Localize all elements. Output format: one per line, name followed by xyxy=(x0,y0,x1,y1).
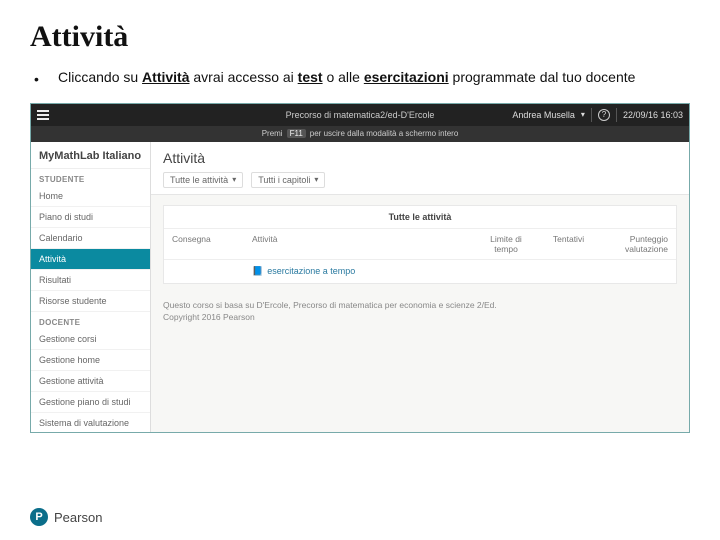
app-screenshot: Precorso di matematica2/ed-D'Ercole Andr… xyxy=(30,103,690,433)
help-icon[interactable]: ? xyxy=(598,109,610,121)
bullet-emph: esercitazioni xyxy=(364,69,449,85)
separator xyxy=(591,108,592,122)
bullet-dot-icon: • xyxy=(34,68,40,89)
activity-link[interactable]: esercitazione a tempo xyxy=(267,266,355,276)
sidebar-item-student-resources[interactable]: Risorse studente xyxy=(31,291,150,312)
sidebar-item-manage-activities[interactable]: Gestione attività xyxy=(31,371,150,392)
pearson-wordmark: Pearson xyxy=(54,510,102,525)
col-timelimit: Limite di tempo xyxy=(471,229,541,259)
bullet-emph: Attività xyxy=(142,69,189,85)
bullet-part: avrai accesso ai xyxy=(190,69,298,85)
slide-title: Attività xyxy=(30,20,690,54)
footnote-line: Copyright 2016 Pearson xyxy=(163,312,677,324)
col-due: Consegna xyxy=(164,229,244,259)
bullet-part: Cliccando su xyxy=(58,69,142,85)
table-header: Consegna Attività Limite di tempo Tentat… xyxy=(164,229,676,260)
fullscreen-hint-bar: Premi F11 per uscire dalla modalità a sc… xyxy=(31,126,689,142)
sidebar-item-activities[interactable]: Attività xyxy=(31,249,150,270)
filter-all-activities[interactable]: Tutte le attività ▾ xyxy=(163,172,243,188)
sidebar-section-teacher: DOCENTE xyxy=(31,312,150,329)
sidebar-item-studyplan[interactable]: Piano di studi xyxy=(31,207,150,228)
pearson-p-icon: P xyxy=(30,508,48,526)
course-footnote: Questo corso si basa su D'Ercole, Precor… xyxy=(163,300,677,324)
filter-label: Tutte le attività xyxy=(170,175,228,185)
chevron-down-icon[interactable]: ▾ xyxy=(581,110,585,119)
page-title: Attività xyxy=(163,150,677,166)
sidebar-item-manage-courses[interactable]: Gestione corsi xyxy=(31,329,150,350)
col-attempts: Tentativi xyxy=(541,229,596,259)
col-score: Punteggio valutazione xyxy=(596,229,676,259)
filter-label: Tutti i capitoli xyxy=(258,175,310,185)
sidebar-item-manage-studyplan[interactable]: Gestione piano di studi xyxy=(31,392,150,413)
activities-panel: Tutte le attività Consegna Attività Limi… xyxy=(163,205,677,284)
filter-all-chapters[interactable]: Tutti i capitoli ▾ xyxy=(251,172,325,188)
hint-text: per uscire dalla modalità a schermo inte… xyxy=(310,129,459,138)
bullet-part: programmate dal tuo docente xyxy=(449,69,636,85)
chevron-down-icon: ▾ xyxy=(314,175,318,184)
separator xyxy=(616,108,617,122)
panel-heading: Tutte le attività xyxy=(164,206,676,229)
slide-bullet: • Cliccando su Attività avrai accesso ai… xyxy=(30,68,690,89)
app-brand: MyMathLab Italiano xyxy=(31,142,150,169)
bullet-part: o alle xyxy=(323,69,364,85)
sidebar-item-results[interactable]: Risultati xyxy=(31,270,150,291)
col-activity: Attività xyxy=(244,229,471,259)
sidebar-item-home[interactable]: Home xyxy=(31,186,150,207)
course-title: Precorso di matematica2/ed-D'Ercole xyxy=(286,110,435,120)
table-row[interactable]: 📘 esercitazione a tempo xyxy=(164,260,676,283)
datetime: 22/09/16 16:03 xyxy=(623,110,683,120)
footnote-line: Questo corso si basa su D'Ercole, Precor… xyxy=(163,300,677,312)
key-f11: F11 xyxy=(287,129,306,138)
bullet-text: Cliccando su Attività avrai accesso ai t… xyxy=(58,68,635,89)
sidebar-item-calendar[interactable]: Calendario xyxy=(31,228,150,249)
sidebar-item-manage-home[interactable]: Gestione home xyxy=(31,350,150,371)
app-topbar: Precorso di matematica2/ed-D'Ercole Andr… xyxy=(31,104,689,126)
user-name[interactable]: Andrea Musella xyxy=(512,110,575,120)
pearson-logo: P Pearson xyxy=(30,508,102,526)
main-content: Attività Tutte le attività ▾ Tutti i cap… xyxy=(151,142,689,432)
hint-text: Premi xyxy=(262,129,283,138)
sidebar-section-student: STUDENTE xyxy=(31,169,150,186)
sidebar-item-grading-system[interactable]: Sistema di valutazione xyxy=(31,413,150,433)
book-icon: 📘 xyxy=(252,266,263,276)
bullet-emph: test xyxy=(298,69,323,85)
menu-icon[interactable] xyxy=(37,110,49,120)
chevron-down-icon: ▾ xyxy=(232,175,236,184)
sidebar: MyMathLab Italiano STUDENTE Home Piano d… xyxy=(31,142,151,432)
